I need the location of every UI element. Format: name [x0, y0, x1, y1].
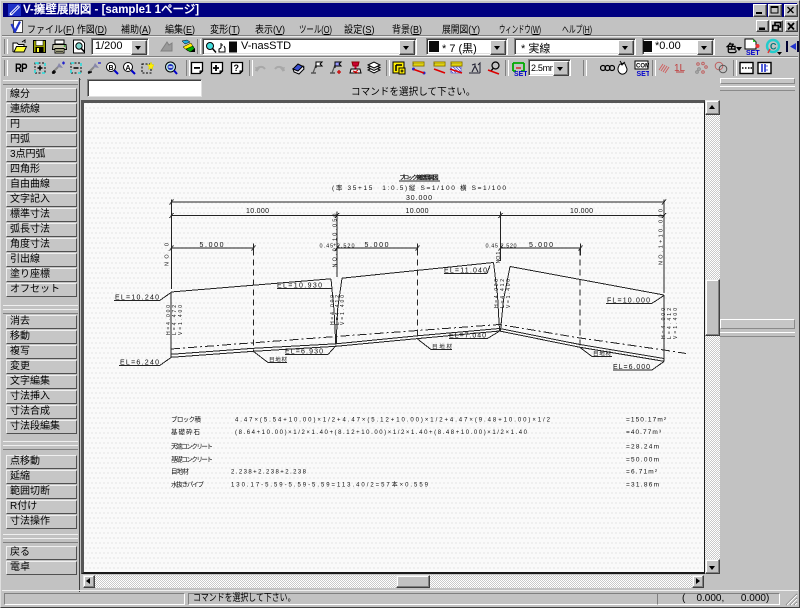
svg-text:基礎砕石: 基礎砕石 — [171, 427, 201, 436]
svg-text:NO.0: NO.0 — [165, 243, 171, 266]
svg-text:EL=6.930: EL=6.930 — [285, 349, 323, 356]
svg-text:0.45 2.520: 0.45 2.520 — [486, 244, 517, 250]
svg-text:V=1.400: V=1.400 — [340, 295, 346, 325]
svg-text:30.000: 30.000 — [406, 195, 432, 202]
svg-text:V=1.400: V=1.400 — [178, 305, 184, 335]
svg-text:?: ? — [234, 63, 240, 73]
svg-text:A: A — [126, 65, 131, 72]
svg-text:EL=10.240: EL=10.240 — [115, 295, 159, 302]
svg-text:5.000: 5.000 — [529, 242, 553, 249]
svg-text:=150.17m²: =150.17m² — [626, 417, 667, 424]
svg-text:(8.64+10.00)×1/2×1.40+(8.12+10: (8.64+10.00)×1/2×1.40+(8.12+10.00)×1/2×1… — [235, 430, 528, 436]
svg-text:10.000: 10.000 — [406, 208, 429, 215]
svg-text:目地材: 目地材 — [171, 467, 190, 476]
svg-text:NO.1+10.000: NO.1+10.000 — [659, 209, 665, 265]
svg-text:ブロック積: ブロック積 — [171, 415, 202, 424]
svg-text:10.000: 10.000 — [570, 208, 593, 215]
svg-text:C: C — [770, 42, 777, 52]
svg-text:COM: COM — [636, 64, 649, 70]
svg-text:EL=6.240: EL=6.240 — [120, 360, 159, 367]
svg-text:=31.86m: =31.86m — [626, 482, 659, 489]
svg-text:目地材: 目地材 — [432, 343, 452, 351]
svg-text:ブロック擁壁展開図: ブロック擁壁展開図 — [400, 174, 439, 182]
svg-text:FL=10.000: FL=10.000 — [607, 297, 650, 304]
svg-text:天端コンクリート: 天端コンクリート — [171, 442, 213, 451]
svg-text:水抜きパイプ: 水抜きパイプ — [171, 480, 205, 489]
svg-text:4.47×(5.54+10.00)×1/2+4.47×(5.: 4.47×(5.54+10.00)×1/2+4.47×(5.12+10.00)×… — [235, 418, 551, 424]
svg-text:=40.77m³: =40.77m³ — [626, 429, 662, 436]
svg-text:EL=10.930: EL=10.930 — [277, 283, 322, 290]
svg-text:(率 35+15 1:0.5)縦 S=1/100 横 S=: (率 35+15 1:0.5)縦 S=1/100 横 S=1/100 — [332, 183, 506, 192]
svg-text:=28.24m: =28.24m — [626, 444, 659, 451]
svg-text:SET: SET — [514, 71, 527, 77]
svg-text:NO.0+10.050: NO.0+10.050 — [333, 214, 339, 268]
svg-text:2.238+2.238+2.238: 2.238+2.238+2.238 — [231, 470, 307, 476]
svg-text:NO.1: NO.1 — [496, 252, 502, 264]
svg-text:V=1.400: V=1.400 — [673, 308, 679, 339]
svg-text:EL=6.000: EL=6.000 — [613, 364, 650, 371]
svg-text:5.000: 5.000 — [200, 242, 224, 249]
svg-text:EL=7.040: EL=7.040 — [449, 333, 486, 340]
svg-text:130.17-5.59-5.59-5.59=113.40/2: 130.17-5.59-5.59-5.59=113.40/2=57本×0.559 — [231, 481, 429, 489]
svg-text:=6.71m²: =6.71m² — [626, 469, 658, 476]
svg-text:EL=11.040: EL=11.040 — [444, 268, 487, 275]
svg-text:目地材: 目地材 — [593, 350, 611, 358]
svg-text:基礎コンクリート: 基礎コンクリート — [171, 455, 213, 464]
svg-text:目地材: 目地材 — [269, 356, 287, 364]
svg-text:B: B — [109, 65, 114, 72]
svg-text:SET: SET — [637, 71, 650, 77]
svg-text:10.000: 10.000 — [246, 208, 269, 215]
svg-text:5.000: 5.000 — [365, 242, 389, 249]
svg-text:=50.00m: =50.00m — [626, 457, 659, 464]
